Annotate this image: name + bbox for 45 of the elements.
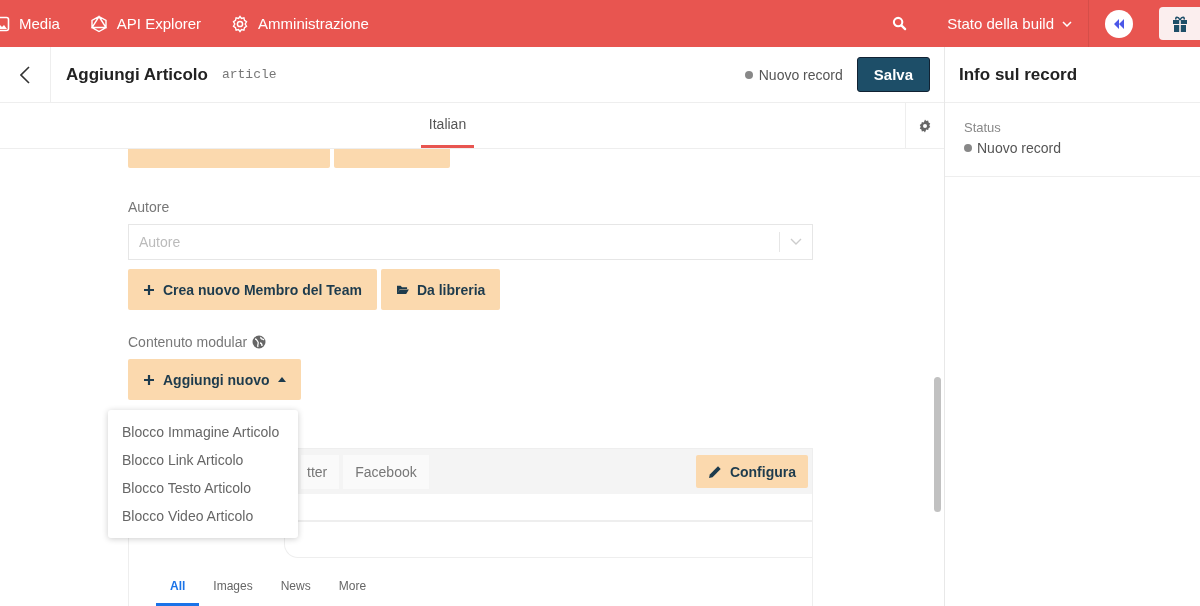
chevron-down-icon: [790, 238, 802, 246]
add-new-button[interactable]: Aggiungi nuovo: [128, 359, 301, 400]
chevron-down-icon: [1062, 20, 1072, 27]
globe-icon: [252, 335, 267, 349]
caret-icon: [277, 377, 286, 382]
record-status: Nuovo record: [977, 140, 1062, 156]
menu-item[interactable]: Blocco Immagine Articolo: [108, 418, 298, 446]
save-button[interactable]: Salva: [856, 57, 930, 92]
status-dot-icon: [744, 70, 753, 79]
action-button[interactable]: Da libreria: [380, 269, 501, 310]
chevron-left-icon: [20, 65, 30, 84]
record-status: Nuovo record: [758, 66, 843, 83]
settings-icon: [231, 14, 250, 33]
gift-icon[interactable]: [1159, 7, 1200, 40]
nav-link[interactable]: Amministrazione: [231, 14, 369, 33]
preview-tab[interactable]: Facebook: [343, 454, 429, 489]
status-dot-icon: [964, 144, 972, 152]
field-label: Contenuto modular: [128, 334, 248, 350]
build-status-dropdown[interactable]: Stato della build: [931, 0, 1089, 47]
results-tab[interactable]: Images: [199, 579, 267, 606]
nav-link[interactable]: API Explorer: [89, 14, 202, 33]
graph-icon: [89, 14, 108, 33]
menu-item[interactable]: Blocco Link Articolo: [108, 446, 298, 474]
preview-tab[interactable]: tter: [301, 454, 340, 489]
results-tab[interactable]: More: [324, 579, 381, 606]
search-icon[interactable]: [892, 16, 908, 31]
settings-icon[interactable]: [918, 118, 932, 133]
configure-button[interactable]: Configura: [695, 455, 808, 488]
model-api-key: article: [221, 67, 277, 82]
folder-icon: [395, 284, 409, 295]
action-button[interactable]: Crea nuovo Membro del Team: [128, 269, 377, 310]
field-label: Autore: [128, 199, 171, 215]
results-tab[interactable]: News: [266, 579, 325, 606]
plus-icon: [143, 283, 155, 296]
menu-item[interactable]: Blocco Testo Articolo: [108, 474, 298, 502]
scrollbar-thumb[interactable]: [934, 377, 941, 512]
results-tab[interactable]: All: [156, 579, 200, 606]
plus-icon: [143, 373, 155, 386]
pencil-icon: [707, 464, 722, 479]
avatar-icon[interactable]: [1105, 9, 1133, 38]
nav-link[interactable]: Media: [0, 14, 60, 33]
field-label: Status: [964, 120, 1002, 135]
panel-title: Info sul record: [959, 64, 1078, 85]
page-title: Aggiungi Articolo: [66, 64, 208, 85]
menu-item[interactable]: Blocco Video Articolo: [108, 502, 298, 530]
